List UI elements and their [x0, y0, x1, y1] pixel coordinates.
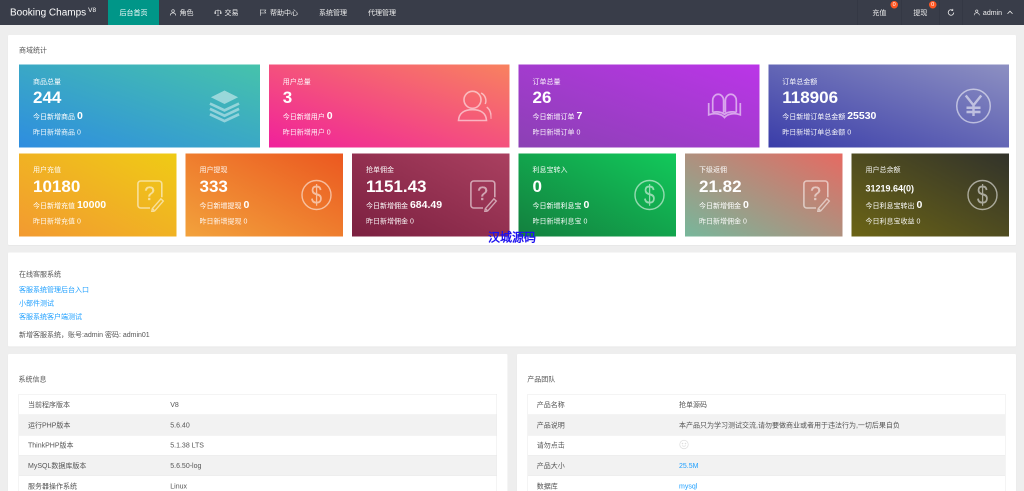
svg-text:$: $	[311, 180, 322, 210]
svg-text:?: ?	[810, 184, 821, 205]
svg-text:?: ?	[477, 184, 488, 205]
svg-text:$: $	[977, 180, 988, 210]
svg-text:$: $	[644, 180, 655, 210]
svg-text:?: ?	[144, 184, 155, 205]
